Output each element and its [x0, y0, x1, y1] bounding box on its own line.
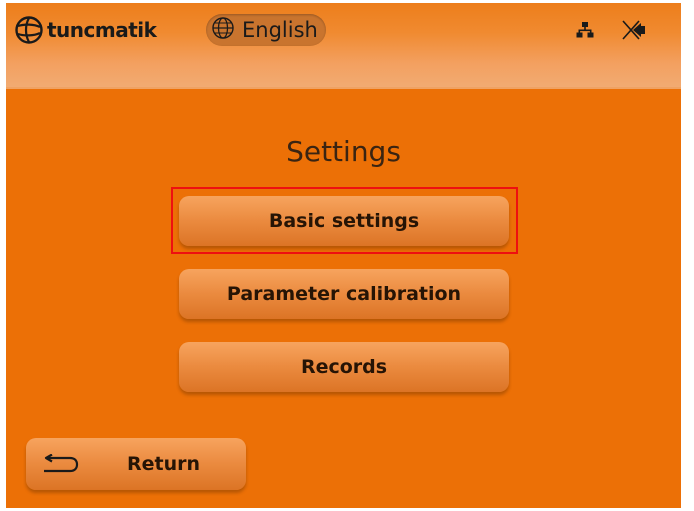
brand-name: tuncmatik — [47, 18, 157, 42]
language-selector[interactable]: English — [206, 14, 326, 46]
logo-icon — [14, 15, 44, 45]
mute-icon[interactable] — [621, 18, 647, 46]
header-divider — [6, 87, 681, 89]
return-button[interactable]: Return — [26, 438, 246, 490]
globe-icon — [210, 15, 236, 45]
parameter-calibration-button[interactable]: Parameter calibration — [179, 269, 509, 319]
records-button[interactable]: Records — [179, 342, 509, 392]
brand-logo: tuncmatik — [14, 15, 157, 45]
records-label: Records — [300, 356, 388, 378]
language-label: English — [242, 18, 318, 42]
page-title: Settings — [286, 135, 401, 168]
parameter-calibration-label: Parameter calibration — [226, 283, 462, 305]
selection-highlight — [171, 187, 518, 254]
network-icon — [576, 21, 594, 43]
device-screen: tuncmatik English Settings Basic setting… — [6, 3, 681, 508]
return-arrow-icon — [40, 453, 80, 480]
return-label: Return — [127, 453, 201, 475]
